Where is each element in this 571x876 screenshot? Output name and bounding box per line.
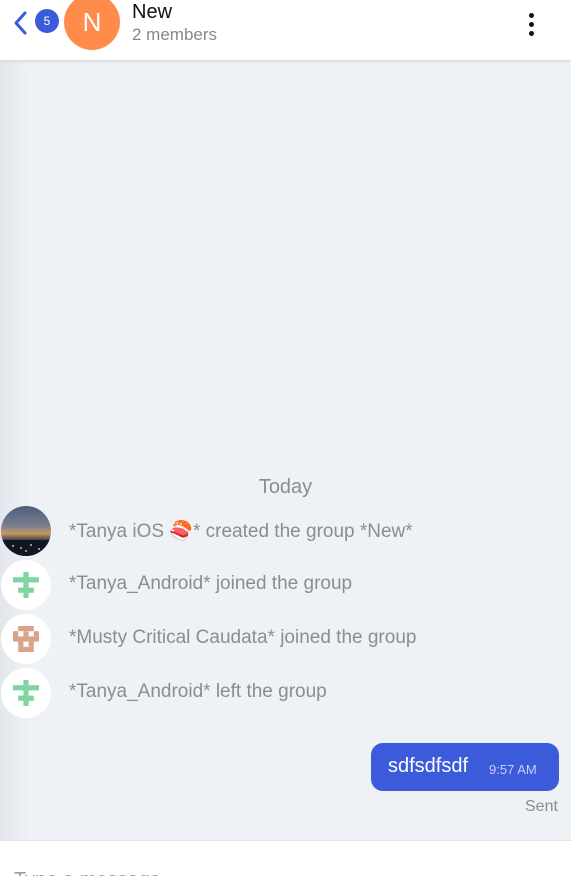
member-count: 2 members — [132, 25, 218, 44]
chat-header: 5 N New 2 members — [0, 0, 571, 61]
user-avatar-identicon[interactable] — [1, 560, 51, 610]
more-vertical-icon-dot — [528, 21, 534, 27]
system-event-text: *Tanya_Android* joined the group — [69, 573, 353, 594]
system-event-row: *Tanya_Android* left the group — [0, 668, 571, 718]
message-timestamp: 9:57 AM — [489, 762, 537, 777]
message-list[interactable]: Today *Tanya iOS 🍣* created the group *N… — [0, 62, 571, 840]
more-options-button[interactable] — [518, 8, 544, 40]
outgoing-message-bubble[interactable]: sdfsdfsdf 9:57 AM — [371, 743, 559, 791]
system-event-row: *Tanya iOS 🍣* created the group *New* — [0, 506, 571, 556]
identicon-icon — [13, 572, 39, 598]
user-avatar-photo[interactable] — [1, 506, 51, 556]
group-name[interactable]: New — [132, 0, 172, 24]
message-status: Sent — [525, 798, 558, 815]
identicon-icon — [13, 626, 39, 652]
system-event-row: *Tanya_Android* joined the group — [0, 560, 571, 610]
system-event-text: *Musty Critical Caudata* joined the grou… — [69, 627, 417, 648]
chevron-left-icon — [14, 11, 27, 35]
system-event-text: *Tanya_Android* left the group — [69, 681, 327, 702]
system-event-row: *Musty Critical Caudata* joined the grou… — [0, 614, 571, 664]
message-input[interactable] — [14, 865, 554, 876]
system-event-text: *Tanya iOS 🍣* created the group *New* — [69, 521, 413, 542]
message-text: sdfsdfsdf — [388, 755, 469, 777]
city-photo-image — [1, 540, 51, 556]
message-composer — [0, 840, 571, 876]
user-avatar-identicon[interactable] — [1, 668, 51, 718]
back-button[interactable]: 5 — [12, 8, 62, 38]
date-separator: Today — [258, 476, 313, 498]
group-avatar[interactable]: N — [64, 0, 120, 50]
more-vertical-icon-dot — [528, 30, 534, 36]
more-vertical-icon — [528, 12, 534, 18]
identicon-icon — [13, 680, 39, 706]
unread-count-badge: 5 — [35, 9, 59, 33]
user-avatar-identicon[interactable] — [1, 614, 51, 664]
